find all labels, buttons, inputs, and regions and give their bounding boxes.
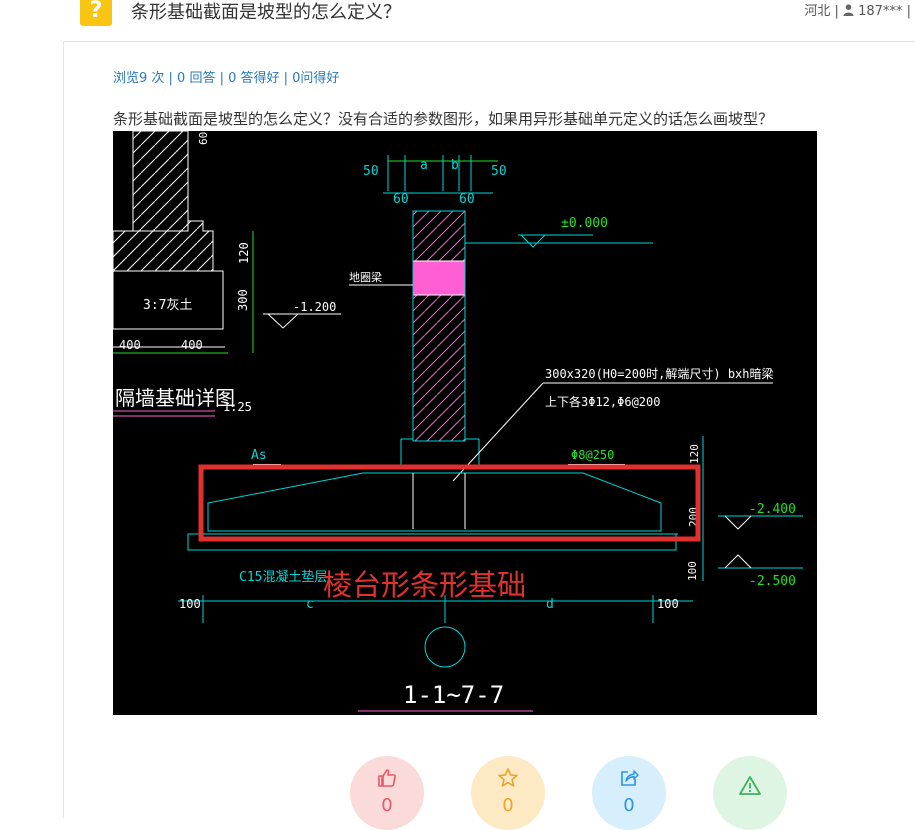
warning-icon [739, 776, 761, 795]
dim-50-left: 50 [363, 164, 379, 179]
dim-right-120: 120 [688, 444, 701, 464]
dim-50-right: 50 [491, 164, 507, 179]
bottom-dim-100-right: 100 [657, 597, 679, 611]
elev-right-1: -2.400 [749, 502, 796, 517]
like-button[interactable]: 0 [350, 756, 424, 830]
beam-note-1: 300x320(H0=200时,解端尺寸) bxh暗梁 [545, 366, 774, 381]
asker-meta: 河北 | 187*** | [804, 0, 911, 20]
cad-drawing-image[interactable]: 3:7灰土 400 400 120 300 -1.200 隔墙基础详图 1:25… [113, 131, 817, 715]
section-label: 1-1~7-7 [403, 681, 504, 709]
dim-60-left: 60 [393, 192, 409, 207]
thumbs-up-icon [378, 769, 396, 787]
elev-left: -1.200 [293, 300, 336, 314]
share-count: 0 [623, 795, 635, 816]
report-button[interactable] [713, 756, 787, 830]
question-title: 条形基础截面是坡型的怎么定义？ [131, 2, 401, 23]
elev-right-2: -2.500 [749, 574, 796, 589]
annotation-label: 棱台形条形基础 [323, 568, 526, 602]
cushion-label: C15混凝土垫层 [239, 569, 327, 585]
like-count: 0 [381, 795, 393, 816]
share-icon [621, 770, 639, 786]
bottom-dim-100-left: 100 [179, 597, 201, 611]
dim-60-small: 60 [197, 132, 210, 145]
bottom-dim-c: c [306, 597, 314, 612]
left-detail-scale: 1:25 [223, 400, 252, 414]
user-icon [843, 4, 854, 20]
dim-120: 120 [237, 242, 251, 264]
dim-300: 300 [236, 289, 250, 311]
action-bar: 0 0 0 [0, 756, 915, 830]
question-stats: 浏览9 次 | 0 回答 | 0 答得好 | 0问得好 [113, 71, 340, 86]
favorite-button[interactable]: 0 [471, 756, 545, 830]
left-wall-detail [113, 131, 225, 348]
top-dimension-lines [383, 155, 498, 194]
meta-separator: | [906, 4, 911, 19]
dim-b: b [451, 158, 459, 173]
question-icon: ? [80, 0, 112, 26]
left-detail-title: 隔墙基础详图 [115, 386, 235, 410]
asker-location: 河北 [804, 4, 831, 19]
favorite-count: 0 [502, 795, 514, 816]
question-body: 条形基础截面是坡型的怎么定义？没有合适的参数图形，如果用异形基础单元定义的话怎么… [113, 110, 774, 128]
highlight-box [198, 464, 701, 542]
rebar-as: As [251, 448, 267, 463]
lime-soil-label: 3:7灰土 [143, 298, 192, 313]
dim-400-a: 400 [119, 338, 141, 352]
dim-a: a [420, 158, 428, 173]
central-wall [400, 210, 653, 467]
star-icon [498, 768, 518, 787]
beam-note-2: 上下各3Φ12,Φ6@200 [545, 394, 660, 409]
dim-60-right: 60 [459, 192, 475, 207]
cad-drawing-svg: 3:7灰土 400 400 120 300 -1.200 隔墙基础详图 1:25… [113, 131, 803, 712]
bottom-dim-d: d [546, 597, 554, 612]
elev-top: ±0.000 [561, 216, 608, 231]
asker-name[interactable]: 187*** [858, 4, 902, 19]
ring-beam-label: 地圈梁 [349, 270, 382, 284]
share-button[interactable]: 0 [592, 756, 666, 830]
rebar-phi: Φ8@250 [571, 448, 614, 462]
dim-400-b: 400 [181, 338, 203, 352]
meta-separator: | [834, 4, 839, 19]
dim-right-100: 100 [686, 561, 699, 581]
